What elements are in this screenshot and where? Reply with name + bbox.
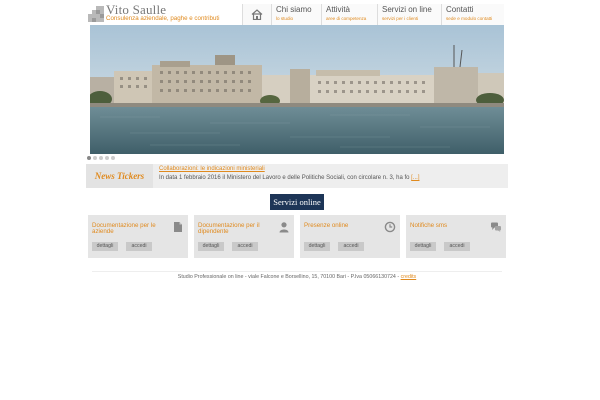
details-button[interactable]: dettagli <box>304 242 330 251</box>
details-button[interactable]: dettagli <box>92 242 118 251</box>
news-ticker-title-link[interactable]: Collaborazioni: le indicazioni ministeri… <box>159 166 265 172</box>
home-icon <box>251 9 263 20</box>
main-nav: Chi siamo lo studio Attività aree di com… <box>242 4 504 26</box>
nav-item-attivita[interactable]: Attività aree di competenza <box>322 4 378 26</box>
slider-dot[interactable] <box>99 156 103 160</box>
access-button[interactable]: accedi <box>126 242 152 251</box>
service-card-sms: Notifiche sms dettagli accedi <box>406 215 506 258</box>
nav-item-title: Contatti <box>446 5 474 14</box>
service-card-title: Presenze online <box>304 222 349 229</box>
site-subtitle: Consulenza aziendale, paghe e contributi <box>106 15 220 22</box>
service-card-title: Notifiche sms <box>410 222 448 229</box>
nav-item-servizi-online[interactable]: Servizi on line servizi per i clienti <box>378 4 442 26</box>
footer-divider <box>92 271 502 272</box>
service-card-aziende: Documentazione per le aziende dettagli a… <box>88 215 188 258</box>
nav-item-title: Attività <box>326 5 351 14</box>
slider-dot[interactable] <box>93 156 97 160</box>
nav-item-subtitle: sede e modulo contatti <box>446 16 493 21</box>
site-header: Vito Saulle Consulenza aziendale, paghe … <box>86 2 508 26</box>
credits-link[interactable]: credits <box>401 274 417 280</box>
access-button[interactable]: accedi <box>444 242 470 251</box>
service-card-title: Documentazione per le aziende <box>92 222 156 235</box>
slider-dot[interactable] <box>87 156 91 160</box>
news-ticker-text: In data 1 febbraio 2016 il Ministero del… <box>159 175 420 181</box>
slider-dot[interactable] <box>111 156 115 160</box>
logo-icon <box>88 6 104 22</box>
hero-slider-image <box>90 25 504 154</box>
nav-item-subtitle: aree di competenza <box>326 16 367 21</box>
footer-text: Studio Professionale on line - viale Fal… <box>177 274 401 280</box>
services-cards: Documentazione per le aziende dettagli a… <box>88 215 508 258</box>
access-button[interactable]: accedi <box>232 242 258 251</box>
service-card-title: Documentazione per il dipendente <box>198 222 260 235</box>
news-ticker-label: News Tickers <box>86 164 153 188</box>
nav-item-subtitle: lo studio <box>276 16 294 21</box>
read-more-link[interactable]: [...] <box>411 175 419 181</box>
slider-dot[interactable] <box>105 156 109 160</box>
chat-icon <box>491 222 501 232</box>
footer: Studio Professionale on line - viale Fal… <box>86 274 508 280</box>
service-card-dipendente: Documentazione per il dipendente dettagl… <box>194 215 294 258</box>
nav-home[interactable] <box>242 4 272 26</box>
servizi-online-button[interactable]: Servizi online <box>270 194 324 210</box>
user-icon <box>279 222 289 233</box>
nav-item-chi-siamo[interactable]: Chi siamo lo studio <box>272 4 322 26</box>
nav-item-title: Servizi on line <box>382 5 432 14</box>
document-icon <box>174 222 182 232</box>
nav-item-contatti[interactable]: Contatti sede e modulo contatti <box>442 4 504 26</box>
service-card-presenze: Presenze online dettagli accedi <box>300 215 400 258</box>
clock-icon <box>384 221 396 233</box>
news-ticker-label-text: News Tickers <box>94 171 145 181</box>
details-button[interactable]: dettagli <box>410 242 436 251</box>
details-button[interactable]: dettagli <box>198 242 224 251</box>
nav-item-subtitle: servizi per i clienti <box>382 16 419 21</box>
news-ticker: News Tickers Collaborazioni: le indicazi… <box>86 164 508 188</box>
nav-item-title: Chi siamo <box>276 5 312 14</box>
news-ticker-body: In data 1 febbraio 2016 il Ministero del… <box>159 175 410 181</box>
access-button[interactable]: accedi <box>338 242 364 251</box>
slider-pagination <box>87 156 115 160</box>
